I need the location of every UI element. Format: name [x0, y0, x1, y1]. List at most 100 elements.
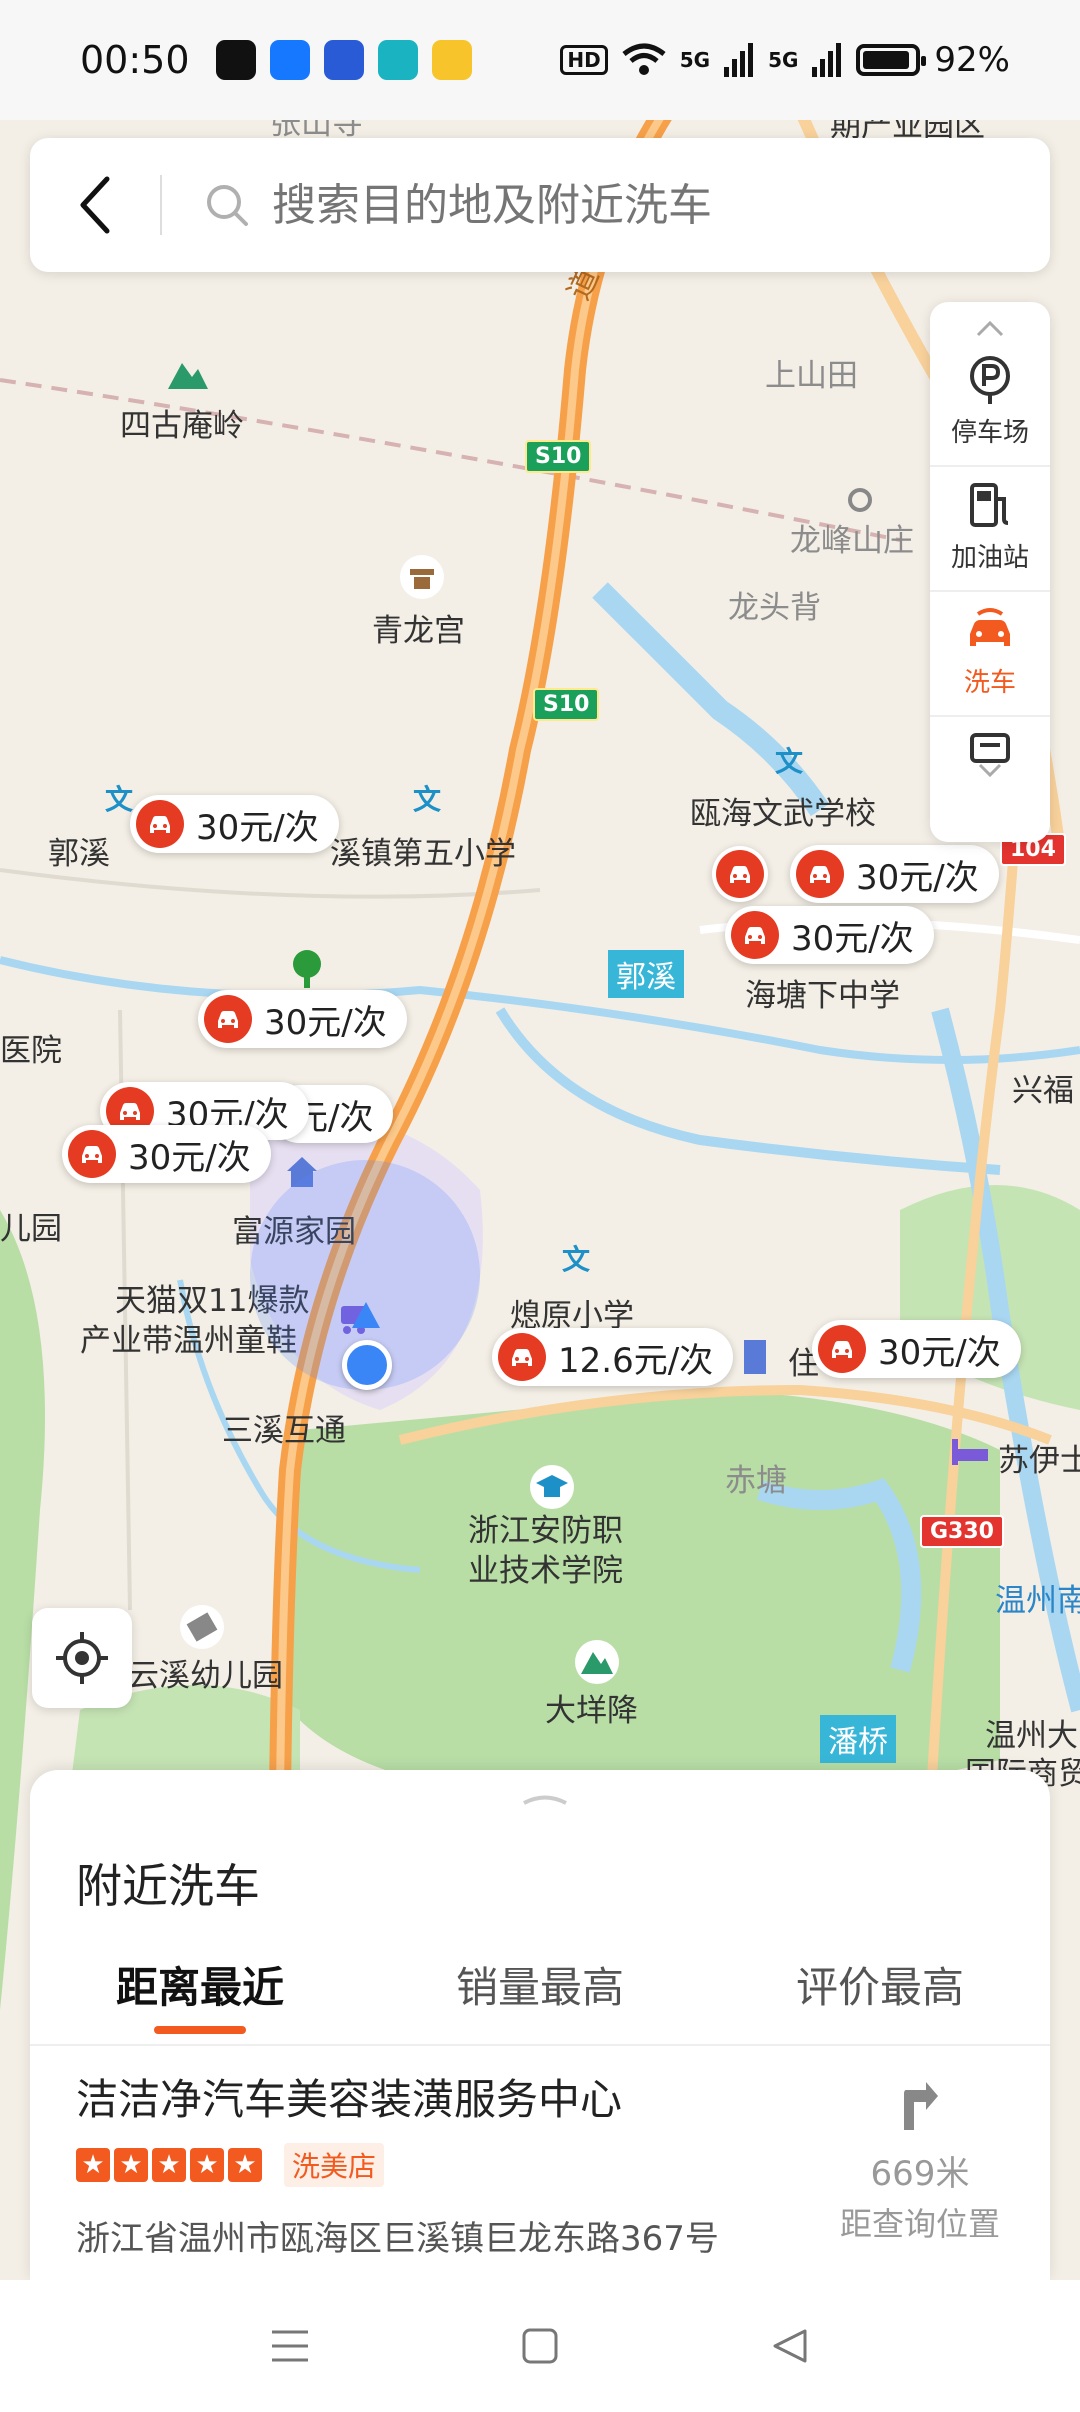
- map-label-xingfu: 兴福: [1012, 1073, 1074, 1109]
- distance-value: 669米: [870, 2154, 970, 2194]
- price-label: 30元/次: [196, 807, 319, 848]
- road-badge-s10-south: S10: [533, 688, 600, 721]
- sheet-handle-icon[interactable]: [520, 1792, 570, 1806]
- locate-me-button[interactable]: [32, 1608, 132, 1708]
- search-bar[interactable]: [30, 138, 1050, 272]
- kindergarten-icon: [180, 1605, 224, 1649]
- heading-arrow-icon: [352, 1302, 380, 1328]
- car-wash-icon: [204, 995, 252, 1043]
- road-badge-s10-north: S10: [525, 440, 592, 473]
- tab-nearest[interactable]: 距离最近: [30, 1940, 370, 2040]
- tab-best-selling[interactable]: 销量最高: [370, 1940, 710, 2040]
- park-icon: [293, 950, 321, 988]
- map-label-sigu: 四古庵岭: [120, 408, 244, 444]
- map-label-zhejiang-2: 业技术学院: [468, 1553, 623, 1589]
- home-button[interactable]: [515, 2321, 565, 2371]
- star-icon: ★: [114, 2148, 148, 2182]
- back-arrow-icon: [80, 176, 110, 234]
- temple-icon: [400, 555, 444, 599]
- price-label: 30元/次: [878, 1332, 1001, 1373]
- shop-type-tag: 洗美店: [284, 2143, 385, 2187]
- sort-tabs: 距离最近 销量最高 评价最高: [30, 1940, 1050, 2040]
- car-wash-pin[interactable]: [712, 846, 768, 902]
- price-label: 30元/次: [264, 1002, 387, 1043]
- category-gas-station[interactable]: 加油站: [930, 467, 1050, 592]
- battery-icon: [856, 44, 927, 76]
- map-label-zhejiang-1: 浙江安防职: [468, 1513, 623, 1549]
- car-wash-icon: [68, 1130, 116, 1178]
- distance-label: 距查询位置: [839, 2205, 1000, 2243]
- parking-icon: [970, 356, 1010, 404]
- baidu-app-icon: [323, 40, 364, 80]
- map-label-qinglong: 青龙宫: [372, 613, 465, 649]
- back-button[interactable]: [30, 138, 160, 272]
- sheet-title: 附近洗车: [76, 1859, 260, 1913]
- signal-2-icon: [812, 43, 842, 77]
- car-wash-price-pin[interactable]: 30元/次: [198, 990, 407, 1048]
- back-nav-button[interactable]: [765, 2321, 815, 2371]
- map-label-guoxi: 郭溪: [48, 836, 110, 872]
- price-label: 30元/次: [128, 1137, 251, 1178]
- car-wash-price-pin[interactable]: 12.6元/次: [492, 1328, 734, 1386]
- signal-1-icon: [724, 43, 754, 77]
- panel-up-chevron-icon[interactable]: [975, 316, 1005, 342]
- battery-percent: 92%: [934, 40, 1010, 80]
- hd-voice-icon: HD: [560, 45, 608, 75]
- navigate-turn-icon: [904, 2082, 938, 2130]
- category-parking[interactable]: 停车场: [930, 342, 1050, 467]
- price-label: 30元/次: [856, 857, 979, 898]
- car-wash-icon: [136, 800, 184, 848]
- service-area-icon: [970, 733, 1010, 778]
- category-label: 停车场: [950, 418, 1029, 448]
- map-label-dayang: 大垟降: [545, 1693, 638, 1729]
- car-wash-price-pin[interactable]: 30元/次: [130, 795, 339, 853]
- alipay-app-icon: [269, 40, 310, 80]
- home-square-icon: [522, 2328, 558, 2364]
- search-input[interactable]: [272, 179, 972, 231]
- car-wash-price-pin[interactable]: 30元/次: [812, 1320, 1021, 1378]
- water-label-panqiao: 潘桥: [820, 1715, 896, 1763]
- map-label-longfeng: 龙峰山庄: [790, 523, 914, 559]
- distance-info[interactable]: 669米 距查询位置: [820, 2080, 1020, 2245]
- car-wash-price-pin[interactable]: 30元/次: [62, 1125, 271, 1183]
- map-label-eryuan: 儿园: [0, 1211, 62, 1247]
- search-icon: [207, 185, 248, 226]
- camel-app-icon: [377, 40, 418, 80]
- back-triangle-icon: [773, 2329, 807, 2363]
- price-label: 12.6元/次: [558, 1340, 714, 1381]
- nearby-car-wash-sheet[interactable]: 附近洗车 距离最近 销量最高 评价最高 洁洁净汽车美容装潢服务中心 ★ ★ ★ …: [30, 1770, 1050, 2280]
- school-icon: 文: [775, 745, 804, 778]
- coupon-app-icon: [431, 40, 472, 80]
- map-label-yunxi: 云溪幼儿园: [128, 1658, 283, 1694]
- college-icon: [530, 1465, 574, 1509]
- category-label: 加油站: [950, 543, 1029, 573]
- car-wash-icon: [970, 608, 1010, 646]
- map-label-yiyuan: 医院: [0, 1033, 62, 1069]
- tiktok-app-icon: [215, 40, 256, 80]
- rating-stars: ★ ★ ★ ★ ★: [76, 2148, 262, 2182]
- car-wash-price-pin[interactable]: 30元/次: [725, 906, 934, 964]
- menu-button[interactable]: [265, 2321, 315, 2371]
- hotel-icon: [952, 1439, 988, 1465]
- category-car-wash[interactable]: 洗车: [930, 592, 1050, 717]
- car-wash-icon: [731, 911, 779, 959]
- search-divider: [160, 175, 162, 235]
- car-wash-icon: [818, 1325, 866, 1373]
- map-label-chitang: 赤塘: [725, 1463, 787, 1499]
- school-icon: 文: [562, 1243, 591, 1276]
- star-icon: ★: [152, 2148, 186, 2182]
- map-label-ouhai-school: 瓯海文武学校: [690, 796, 876, 832]
- category-service-area[interactable]: [930, 717, 1050, 797]
- current-location-marker: [342, 1340, 392, 1390]
- mountain-icon: [575, 1640, 619, 1684]
- map-label-haitang: 海塘下中学: [745, 978, 900, 1014]
- category-label: 洗车: [963, 668, 1016, 698]
- car-wash-price-pin[interactable]: 30元/次: [790, 845, 999, 903]
- star-icon: ★: [76, 2148, 110, 2182]
- school-icon: 文: [413, 783, 442, 816]
- map-label-shangshan: 上山田: [765, 358, 858, 394]
- tab-top-rated[interactable]: 评价最高: [710, 1940, 1050, 2040]
- map-label-sanxi: 三溪互通: [222, 1413, 346, 1449]
- status-bar: 00:50 HD 5G 5G 92%: [0, 0, 1080, 120]
- poi-category-panel: 停车场 加油站 洗车: [930, 302, 1050, 842]
